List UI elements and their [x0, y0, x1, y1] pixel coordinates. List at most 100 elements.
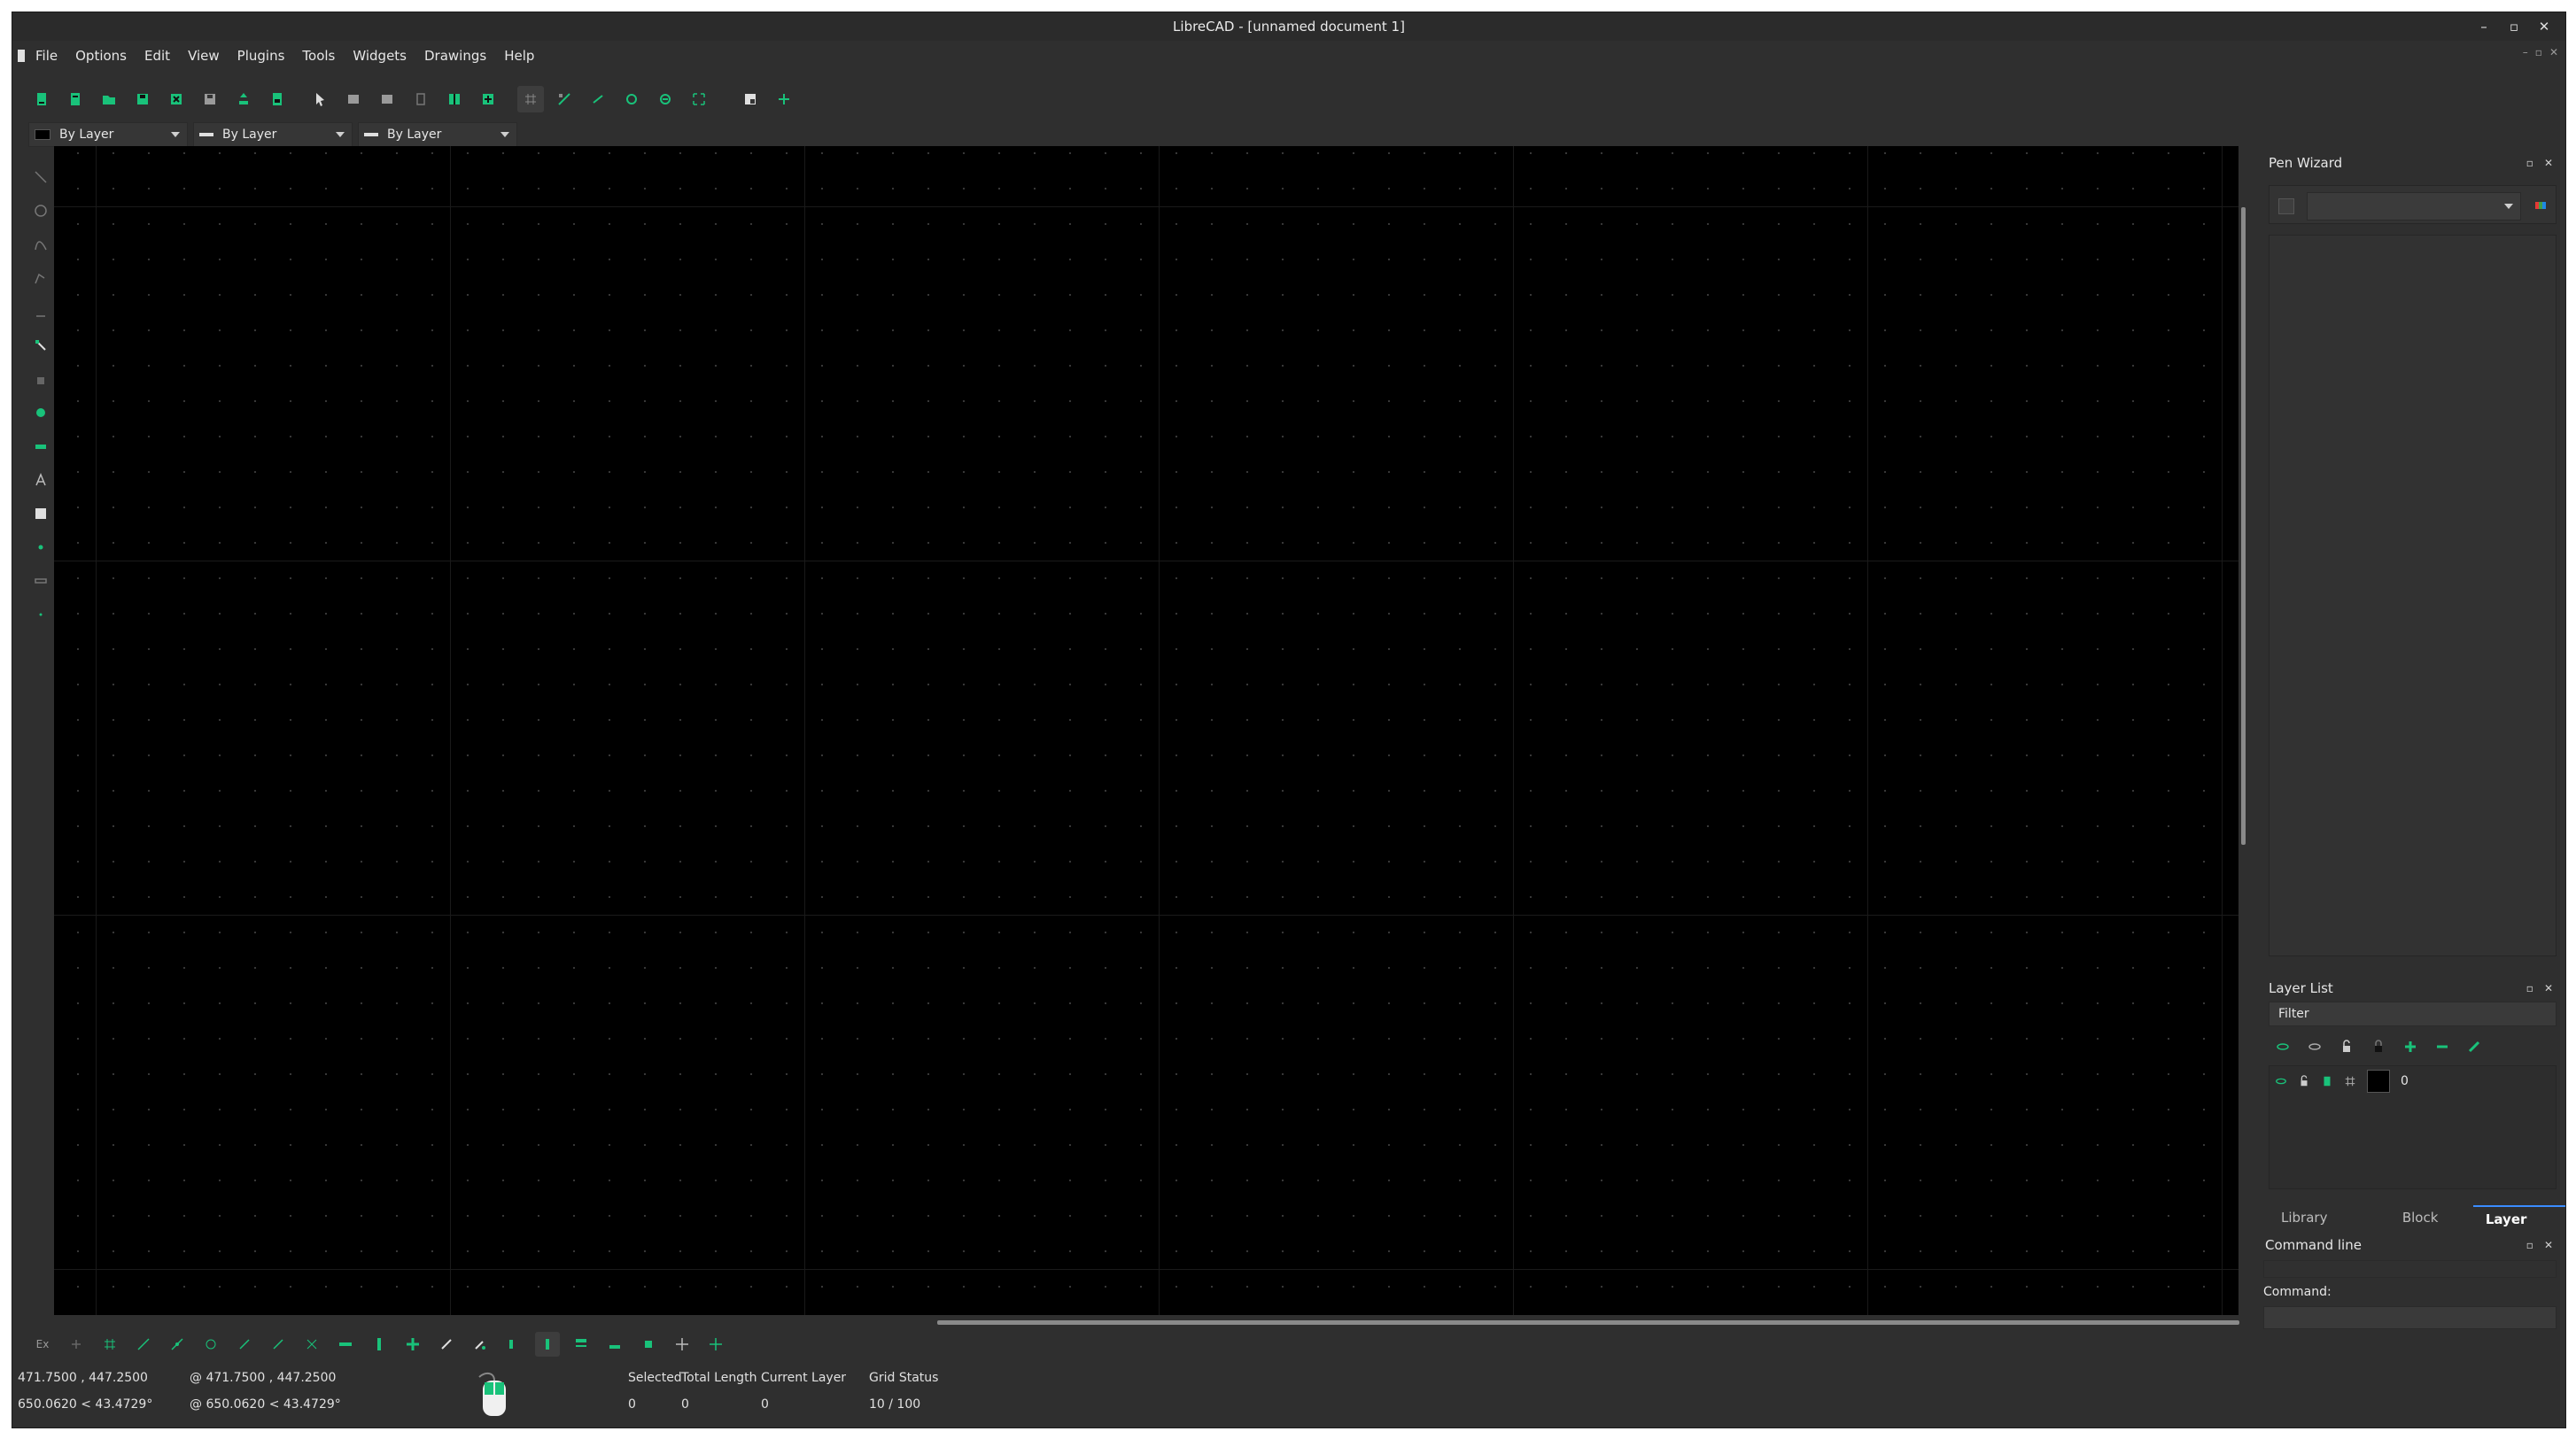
- unlock-all-layers-icon[interactable]: [2339, 1040, 2354, 1054]
- undo-button[interactable]: [340, 86, 367, 112]
- relative-zero-button[interactable]: [468, 1332, 493, 1357]
- close-icon[interactable]: ✕: [2544, 982, 2553, 994]
- tool-line-button[interactable]: [28, 165, 53, 190]
- snap-exclusive-button[interactable]: Ex: [30, 1332, 55, 1357]
- tool-select-button[interactable]: [28, 299, 53, 324]
- tool-image-button[interactable]: [28, 602, 53, 627]
- tab-library-browser[interactable]: Library Browser: [2269, 1205, 2390, 1250]
- save-button[interactable]: [129, 86, 156, 112]
- add-plugin-button[interactable]: [771, 86, 797, 112]
- zoom-auto-button[interactable]: [686, 86, 712, 112]
- app-menu-icon[interactable]: [18, 50, 25, 62]
- new-template-button[interactable]: [62, 86, 89, 112]
- remove-layer-icon[interactable]: [2435, 1040, 2449, 1054]
- tab-block-list[interactable]: Block List: [2390, 1205, 2473, 1250]
- vertical-scrollbar[interactable]: [2241, 207, 2246, 845]
- snap-intersection-button[interactable]: [299, 1332, 324, 1357]
- color-palette-icon[interactable]: [2533, 198, 2548, 213]
- edit-layer-icon[interactable]: [2467, 1040, 2481, 1054]
- tool-block-button[interactable]: [28, 569, 53, 593]
- snap-on-entity-button[interactable]: [165, 1332, 190, 1357]
- menu-plugins[interactable]: Plugins: [230, 48, 296, 64]
- close-icon[interactable]: ✕: [2544, 157, 2553, 169]
- float-icon[interactable]: ▫: [2526, 1239, 2533, 1251]
- snap-endpoint-button[interactable]: [131, 1332, 156, 1357]
- tab-layer-list[interactable]: Layer List: [2472, 1205, 2565, 1252]
- float-icon[interactable]: ▫: [2526, 982, 2533, 994]
- tool-point-button[interactable]: [28, 535, 53, 560]
- tool-dimension-button[interactable]: [28, 333, 53, 358]
- restrict-horizontal-button[interactable]: [333, 1332, 358, 1357]
- ucs-button[interactable]: [670, 1332, 694, 1357]
- close-icon[interactable]: ✕: [2544, 1239, 2553, 1251]
- redraw-button[interactable]: [585, 86, 611, 112]
- pen-color-select[interactable]: By Layer: [28, 122, 188, 147]
- snap-distance-button[interactable]: [266, 1332, 291, 1357]
- print-preview-button[interactable]: [264, 86, 291, 112]
- layer-row[interactable]: 0: [2270, 1070, 2409, 1093]
- add-favorite-icon[interactable]: [2278, 198, 2294, 214]
- mdi-close-icon[interactable]: ✕: [2549, 46, 2558, 58]
- lock-relative-zero-button[interactable]: [501, 1332, 526, 1357]
- layer-print-icon[interactable]: [2321, 1075, 2333, 1087]
- tool-info-button[interactable]: [28, 434, 53, 459]
- save-all-button[interactable]: [197, 86, 223, 112]
- layer-visible-icon[interactable]: [2275, 1075, 2287, 1087]
- tool-polyline-button[interactable]: [28, 266, 53, 290]
- grid-toggle-button[interactable]: [517, 86, 544, 112]
- copy-button[interactable]: [441, 86, 468, 112]
- tool-text-button[interactable]: [28, 468, 53, 492]
- pen-wizard-select[interactable]: [2307, 192, 2521, 220]
- menu-drawings[interactable]: Drawings: [417, 48, 497, 64]
- tool-circle-button[interactable]: [28, 198, 53, 223]
- block-edit-button[interactable]: [737, 86, 764, 112]
- snap-middle-button[interactable]: [232, 1332, 257, 1357]
- minimize-icon[interactable]: –: [2475, 18, 2493, 35]
- select-pointer-button[interactable]: [306, 86, 333, 112]
- layer-lock-icon[interactable]: [2298, 1075, 2310, 1087]
- menu-widgets[interactable]: Widgets: [345, 48, 417, 64]
- pen-linetype-select[interactable]: By Layer: [358, 122, 517, 147]
- export-button[interactable]: [230, 86, 257, 112]
- drawing-canvas[interactable]: [54, 146, 2238, 1315]
- menu-edit[interactable]: Edit: [137, 48, 181, 64]
- menu-file[interactable]: File: [28, 48, 68, 64]
- tool-snap-button[interactable]: [28, 400, 53, 425]
- layer-color-swatch[interactable]: [2367, 1070, 2390, 1093]
- show-all-layers-icon[interactable]: [2276, 1040, 2290, 1054]
- tool-modify-button[interactable]: [28, 367, 53, 391]
- draft-mode-button[interactable]: [551, 86, 578, 112]
- command-input[interactable]: [2263, 1306, 2557, 1329]
- grid-snap-center-button[interactable]: [636, 1332, 661, 1357]
- ucs-set-button[interactable]: [703, 1332, 728, 1357]
- tool-hatch-button[interactable]: [28, 501, 53, 526]
- menu-tools[interactable]: Tools: [295, 48, 345, 64]
- snap-center-button[interactable]: [198, 1332, 223, 1357]
- new-file-button[interactable]: [28, 86, 55, 112]
- mdi-restore-icon[interactable]: ▫: [2535, 46, 2542, 58]
- tool-curve-button[interactable]: [28, 232, 53, 257]
- snap-free-button[interactable]: [64, 1332, 89, 1357]
- layer-snap-button[interactable]: [535, 1332, 560, 1357]
- hide-all-layers-icon[interactable]: [2308, 1040, 2322, 1054]
- add-layer-icon[interactable]: [2403, 1040, 2417, 1054]
- zoom-in-button[interactable]: [618, 86, 645, 112]
- grid-snap-top-button[interactable]: [569, 1332, 594, 1357]
- open-file-button[interactable]: [96, 86, 122, 112]
- float-icon[interactable]: ▫: [2526, 157, 2533, 169]
- restrict-nothing-button[interactable]: [434, 1332, 459, 1357]
- maximize-icon[interactable]: ▫: [2505, 18, 2523, 35]
- pen-width-select[interactable]: By Layer: [193, 122, 353, 147]
- zoom-out-button[interactable]: [652, 86, 679, 112]
- mdi-minimize-icon[interactable]: –: [2523, 46, 2528, 58]
- menu-options[interactable]: Options: [68, 48, 137, 64]
- restrict-vertical-button[interactable]: [367, 1332, 392, 1357]
- layer-construction-icon[interactable]: [2344, 1075, 2356, 1087]
- close-icon[interactable]: ✕: [2535, 18, 2553, 35]
- grid-snap-bottom-button[interactable]: [602, 1332, 627, 1357]
- restrict-orthogonal-button[interactable]: [400, 1332, 425, 1357]
- menu-help[interactable]: Help: [497, 48, 545, 64]
- menu-view[interactable]: View: [181, 48, 230, 64]
- paste-button[interactable]: [475, 86, 501, 112]
- redo-button[interactable]: [374, 86, 400, 112]
